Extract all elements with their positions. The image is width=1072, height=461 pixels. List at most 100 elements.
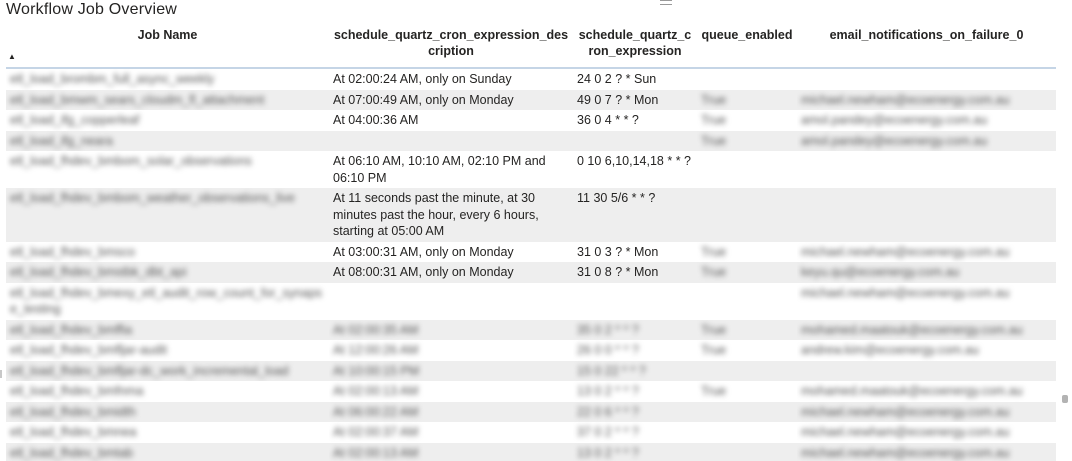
cell-email-on-failure[interactable]: keyu.qu@ecoenergy.com.au [797,262,1056,283]
cell-email-on-failure[interactable] [797,68,1056,90]
column-header-cron-description[interactable]: schedule_quartz_cron_expression_descript… [329,27,573,69]
cell-job-name[interactable]: etl_load_fhdev_bmbom_solar_observations [6,151,329,188]
cell-queue-enabled[interactable]: True [697,262,797,283]
cell-email-on-failure[interactable] [797,188,1056,242]
cell-queue-enabled[interactable]: True [697,89,797,110]
cell-job-name[interactable]: etl_load_bmwm_sears_cloudm_fl_attachment [6,89,329,110]
cell-cron-description[interactable]: At 02:00:13 AM [329,442,573,461]
cell-email-on-failure[interactable] [797,360,1056,381]
vertical-scrollbar-thumb[interactable] [1062,395,1068,403]
cell-cron-description[interactable]: At 04:00:36 AM [329,110,573,131]
cell-cron-description[interactable]: At 02:00:35 AM [329,319,573,340]
cell-queue-enabled[interactable]: True [697,319,797,340]
cell-queue-enabled[interactable] [697,282,797,320]
cell-cron-expression[interactable]: 31 0 3 ? * Mon [573,241,697,262]
cell-job-name[interactable]: etl_load_fhdev_bmsco [6,241,329,262]
cell-job-name[interactable]: etl_load_fhdev_bmfljar-audit [6,340,329,361]
cell-email-on-failure[interactable]: amol.pandey@ecoenergy.com.au [797,130,1056,151]
table-row[interactable]: etl_load_ifg_copperleaf At 04:00:36 AM 36 … [6,110,1056,131]
job-table-container[interactable]: Job Name ▲ schedule_quartz_cron_expressi… [6,27,1066,461]
table-row[interactable]: etl_load_fhdev_bmstbk_dbt_api At 08:00:31… [6,262,1056,283]
table-row[interactable]: etl_load_fhdev_bmidth At 06:00:22 AM 22 0 … [6,401,1056,422]
cell-cron-expression[interactable]: 49 0 7 ? * Mon [573,89,697,110]
cell-cron-description[interactable]: At 08:00:31 AM, only on Monday [329,262,573,283]
cell-cron-description[interactable]: At 02:00:37 AM [329,422,573,443]
cell-cron-expression[interactable]: 11 30 5/6 * * ? [573,188,697,242]
table-row[interactable]: etl_load_fhdev_bmbom_weather_observation… [6,188,1056,242]
visual-drag-handle[interactable] [660,0,672,5]
cell-cron-description[interactable]: At 12:00:26 AM [329,340,573,361]
cell-queue-enabled[interactable]: True [697,241,797,262]
cell-cron-expression[interactable]: 37 0 2 * * ? [573,422,697,443]
cell-job-name[interactable]: etl_load_fhdev_bmffia [6,319,329,340]
table-row[interactable]: etl_load_fhdev_bmnea At 02:00:37 AM 37 0 2… [6,422,1056,443]
cell-email-on-failure[interactable]: michael.newham@ecoenergy.com.au [797,442,1056,461]
column-header-email-on-failure[interactable]: email_notifications_on_failure_0 [797,27,1056,69]
cell-queue-enabled[interactable] [697,442,797,461]
cell-cron-description[interactable]: At 02:00:24 AM, only on Sunday [329,68,573,90]
cell-cron-expression[interactable]: 15 0 22 * * ? [573,360,697,381]
cell-email-on-failure[interactable]: michael.newham@ecoenergy.com.au [797,241,1056,262]
column-header-job-name[interactable]: Job Name ▲ [6,27,329,69]
cell-job-name[interactable]: etl_load_ifg_copperleaf [6,110,329,131]
cell-queue-enabled[interactable]: True [697,381,797,402]
table-row[interactable]: etl_load_fhdev_bmfnma At 02:00:13 AM 13 0 … [6,381,1056,402]
cell-cron-description[interactable]: At 07:00:49 AM, only on Monday [329,89,573,110]
cell-queue-enabled[interactable]: True [697,340,797,361]
cell-cron-description[interactable]: At 06:10 AM, 10:10 AM, 02:10 PM and 06:1… [329,151,573,188]
cell-email-on-failure[interactable]: amol.pandey@ecoenergy.com.au [797,110,1056,131]
cell-cron-expression[interactable]: 13 0 2 * * ? [573,442,697,461]
cell-queue-enabled[interactable] [697,360,797,381]
cell-queue-enabled[interactable]: True [697,110,797,131]
cell-queue-enabled[interactable]: True [697,130,797,151]
cell-job-name[interactable]: etl_load_fhdev_bmtab [6,442,329,461]
cell-cron-expression[interactable] [573,130,697,151]
column-header-queue-enabled[interactable]: queue_enabled [697,27,797,69]
cell-cron-description[interactable] [329,130,573,151]
cell-job-name[interactable]: etl_load_fhdev_bmfnma [6,381,329,402]
table-row[interactable]: etl_load_fhdev_bmfljar-audit At 12:00:26 … [6,340,1056,361]
table-row[interactable]: etl_load_bmwm_sears_cloudm_fl_attachment… [6,89,1056,110]
cell-job-name[interactable]: etl_load_fhdev_bmfljar-dc_work_increment… [6,360,329,381]
cell-job-name[interactable]: etl_load_fhdev_bmnea [6,422,329,443]
cell-cron-expression[interactable]: 35 0 2 * * ? [573,319,697,340]
resize-edge[interactable] [0,370,2,378]
cell-email-on-failure[interactable]: andrew.kim@ecoenergy.com.au [797,340,1056,361]
cell-email-on-failure[interactable]: michael.newham@ecoenergy.com.au [797,401,1056,422]
cell-cron-description[interactable] [329,282,573,320]
table-row[interactable]: etl_load_ifg_neara True amol.pandey@ecoene… [6,130,1056,151]
cell-email-on-failure[interactable]: michael.newham@ecoenergy.com.au [797,282,1056,320]
column-header-cron-expression[interactable]: schedule_quartz_cron_expression [573,27,697,69]
table-row[interactable]: etl_load_brombm_full_async_weekly At 02:0… [6,68,1056,90]
cell-queue-enabled[interactable] [697,151,797,188]
cell-job-name[interactable]: etl_load_fhdev_bmexy_etl_audit_row_count… [6,282,329,320]
cell-email-on-failure[interactable] [797,151,1056,188]
cell-cron-expression[interactable]: 13 0 2 * * ? [573,381,697,402]
cell-cron-description[interactable]: At 03:00:31 AM, only on Monday [329,241,573,262]
table-row[interactable]: etl_load_fhdev_bmtab At 02:00:13 AM 13 0 2… [6,442,1056,461]
cell-queue-enabled[interactable] [697,68,797,90]
cell-cron-description[interactable]: At 06:00:22 AM [329,401,573,422]
cell-email-on-failure[interactable]: michael.newham@ecoenergy.com.au [797,89,1056,110]
cell-job-name[interactable]: etl_load_brombm_full_async_weekly [6,68,329,90]
cell-cron-expression[interactable]: 36 0 4 * * ? [573,110,697,131]
cell-cron-expression[interactable] [573,282,697,320]
table-row[interactable]: etl_load_fhdev_bmbom_solar_observations A… [6,151,1056,188]
cell-email-on-failure[interactable]: mohamed.maatouk@ecoenergy.com.au [797,381,1056,402]
cell-job-name[interactable]: etl_load_fhdev_bmidth [6,401,329,422]
cell-email-on-failure[interactable]: michael.newham@ecoenergy.com.au [797,422,1056,443]
cell-queue-enabled[interactable] [697,188,797,242]
cell-job-name[interactable]: etl_load_ifg_neara [6,130,329,151]
cell-cron-description[interactable]: At 02:00:13 AM [329,381,573,402]
cell-email-on-failure[interactable]: mohamed.maatouk@ecoenergy.com.au [797,319,1056,340]
cell-cron-expression[interactable]: 0 10 6,10,14,18 * * ? [573,151,697,188]
cell-cron-expression[interactable]: 24 0 2 ? * Sun [573,68,697,90]
cell-queue-enabled[interactable] [697,401,797,422]
cell-cron-expression[interactable]: 31 0 8 ? * Mon [573,262,697,283]
cell-queue-enabled[interactable] [697,422,797,443]
cell-job-name[interactable]: etl_load_fhdev_bmstbk_dbt_api [6,262,329,283]
sort-ascending-icon[interactable]: ▲ [8,49,16,65]
cell-cron-expression[interactable]: 22 0 6 * * ? [573,401,697,422]
table-row[interactable]: etl_load_fhdev_bmsco At 03:00:31 AM, only… [6,241,1056,262]
cell-job-name[interactable]: etl_load_fhdev_bmbom_weather_observation… [6,188,329,242]
